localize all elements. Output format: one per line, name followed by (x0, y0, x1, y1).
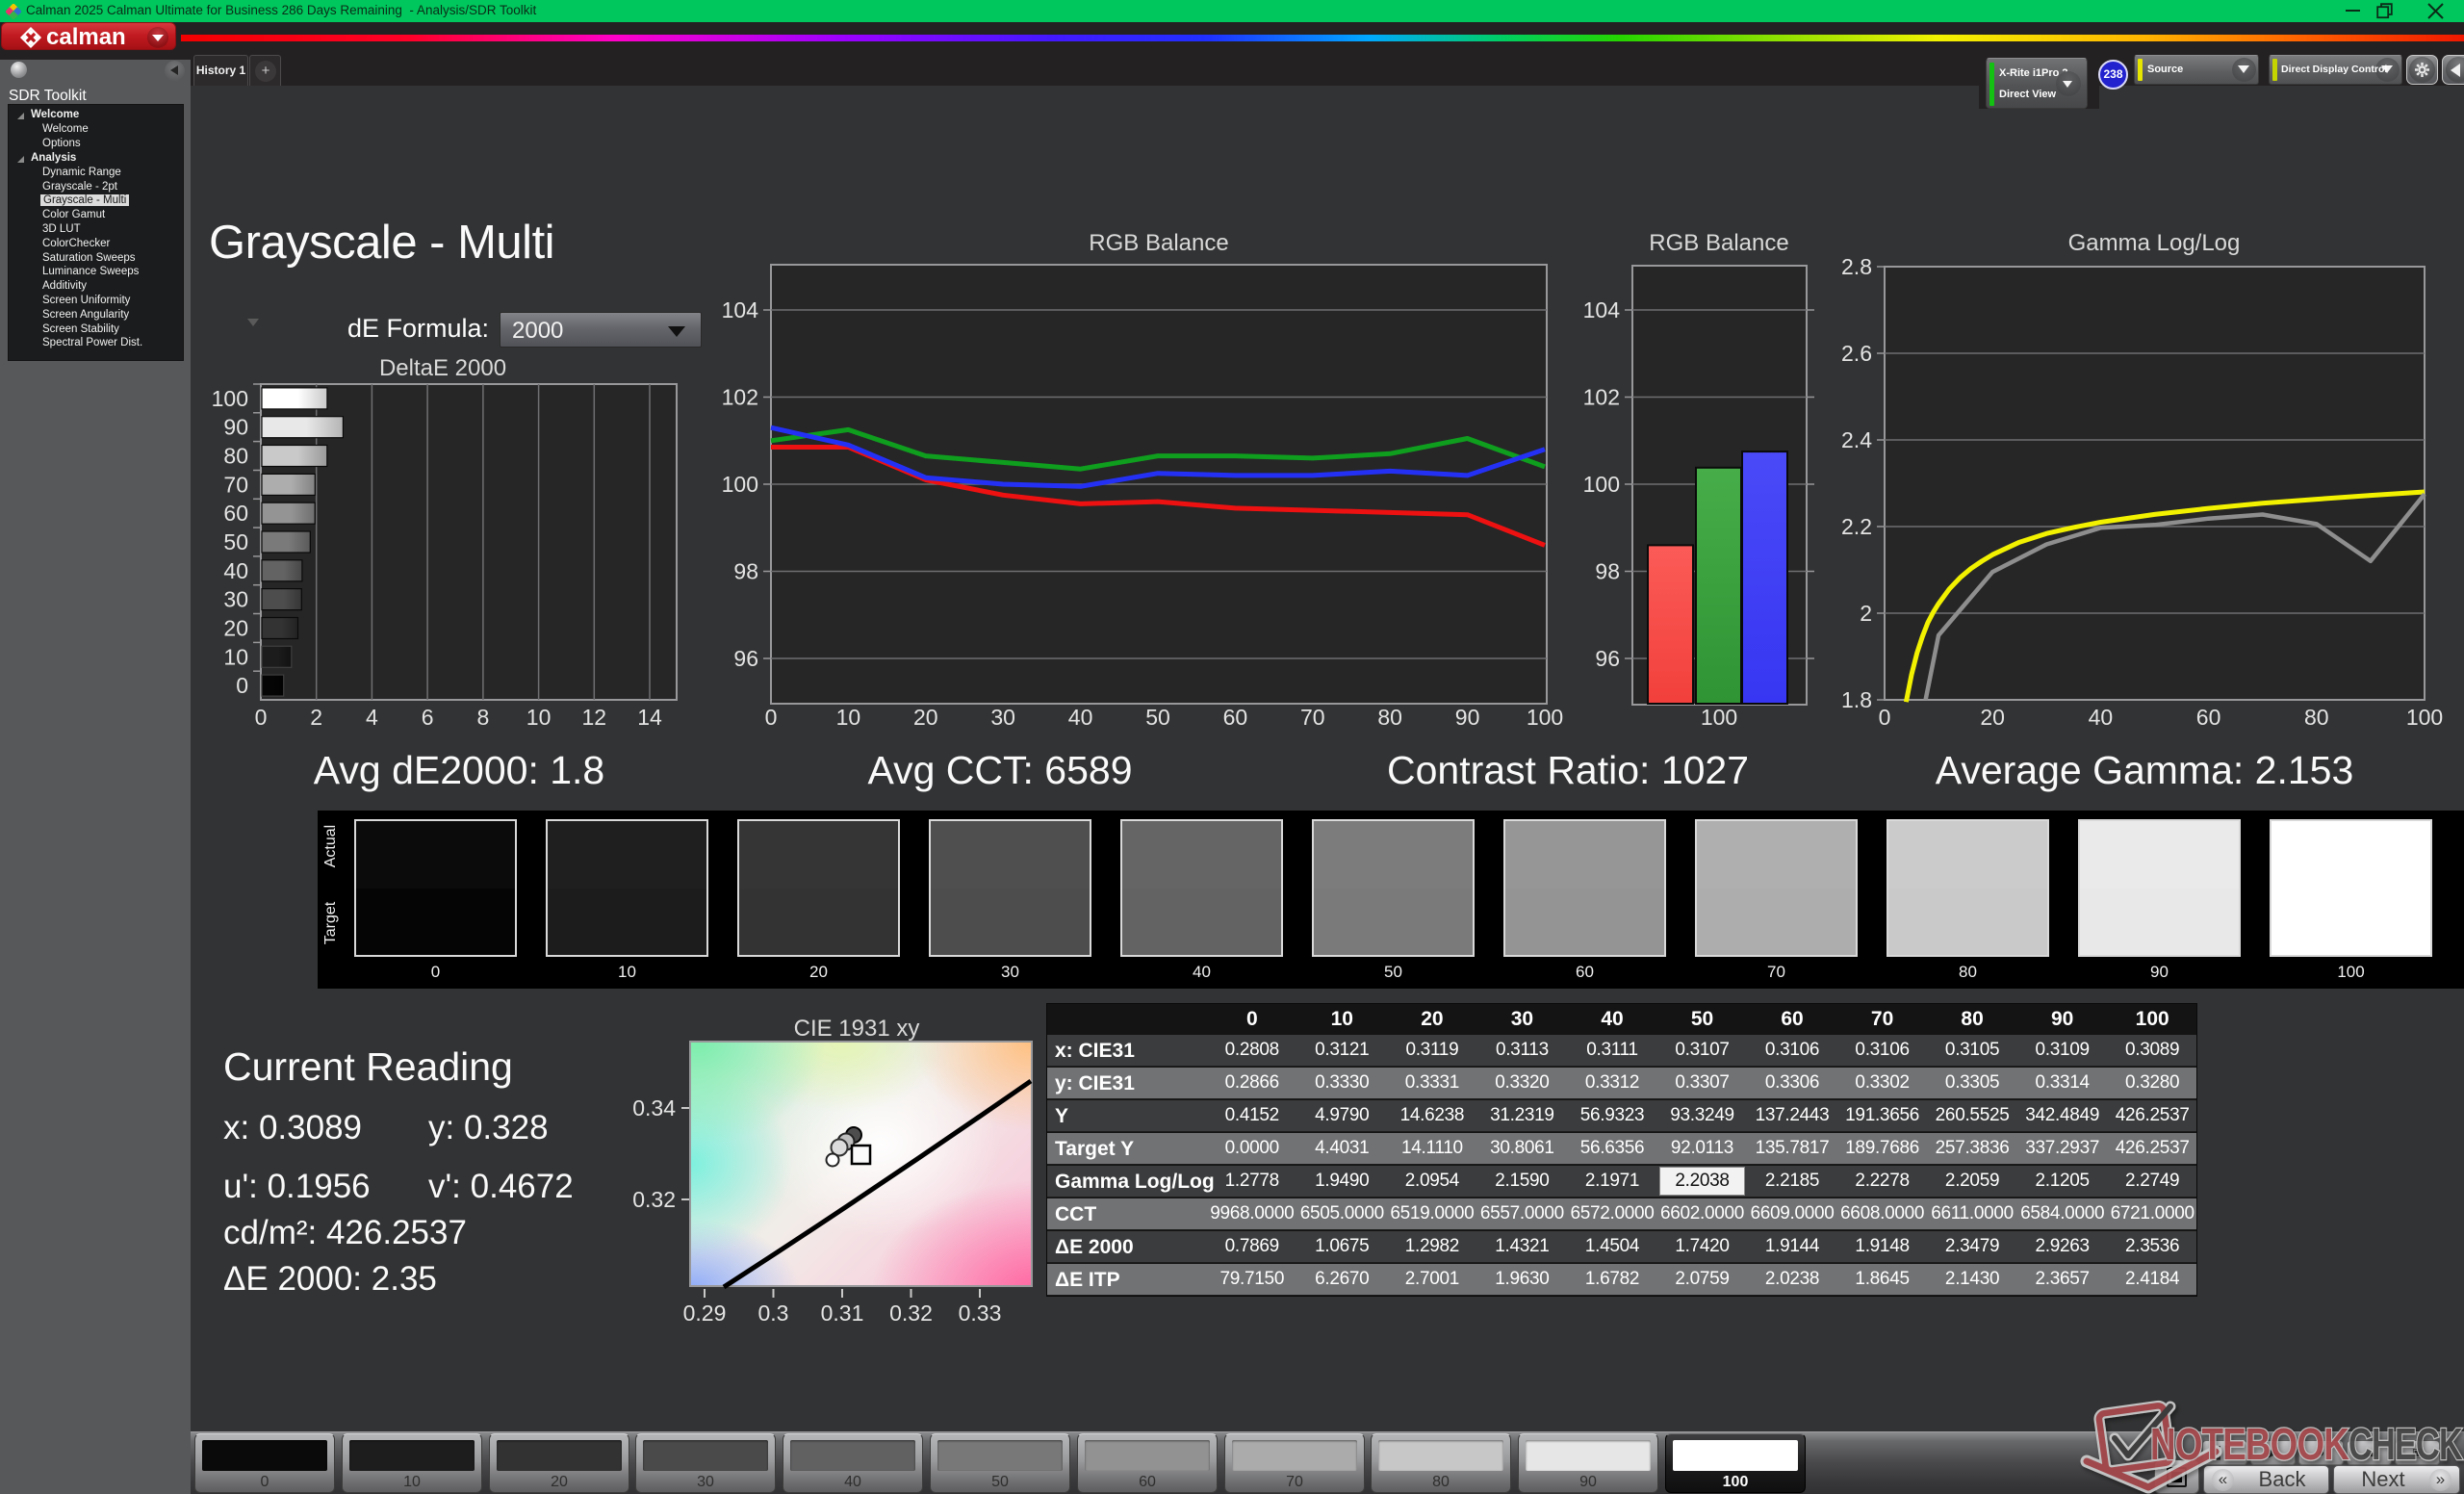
svg-text:6: 6 (422, 705, 434, 730)
svg-text:20: 20 (913, 705, 938, 730)
svg-text:80: 80 (2304, 705, 2329, 730)
svg-text:2.4: 2.4 (1841, 427, 1872, 452)
svg-text:2.2: 2.2 (1841, 514, 1872, 539)
svg-text:70: 70 (1300, 705, 1325, 730)
svg-text:2.8: 2.8 (1841, 254, 1872, 279)
svg-text:RGB Balance: RGB Balance (1089, 230, 1228, 256)
svg-text:80: 80 (1377, 705, 1402, 730)
svg-text:2: 2 (310, 705, 322, 730)
svg-text:104: 104 (722, 297, 759, 322)
svg-text:60: 60 (1223, 705, 1248, 730)
svg-text:40: 40 (223, 558, 248, 583)
svg-text:100: 100 (212, 386, 248, 411)
svg-text:96: 96 (1595, 646, 1620, 671)
svg-text:CHECK: CHECK (2348, 1419, 2463, 1469)
svg-text:30: 30 (990, 705, 1015, 730)
svg-text:RGB Balance: RGB Balance (1649, 230, 1788, 256)
svg-text:CIE 1931 xy: CIE 1931 xy (794, 1016, 920, 1042)
svg-text:102: 102 (1583, 385, 1620, 410)
svg-text:98: 98 (733, 559, 758, 584)
svg-text:50: 50 (1145, 705, 1170, 730)
svg-text:98: 98 (1595, 559, 1620, 584)
svg-text:80: 80 (223, 444, 248, 469)
svg-text:90: 90 (223, 415, 248, 440)
svg-text:2: 2 (1860, 601, 1872, 626)
svg-text:10: 10 (836, 705, 861, 730)
svg-text:30: 30 (223, 587, 248, 612)
svg-text:96: 96 (733, 646, 758, 671)
svg-text:0.34: 0.34 (632, 1095, 676, 1120)
svg-text:4: 4 (366, 705, 378, 730)
svg-text:20: 20 (1980, 705, 2005, 730)
svg-text:100: 100 (722, 472, 758, 497)
svg-text:10: 10 (526, 705, 552, 730)
svg-text:100: 100 (1701, 705, 1737, 730)
svg-text:104: 104 (1583, 297, 1621, 322)
svg-text:100: 100 (1527, 705, 1563, 730)
svg-text:0: 0 (765, 705, 778, 730)
svg-text:100: 100 (2406, 705, 2443, 730)
svg-text:70: 70 (223, 472, 248, 497)
svg-text:60: 60 (223, 501, 248, 526)
svg-text:20: 20 (223, 616, 248, 641)
svg-text:DeltaE 2000: DeltaE 2000 (379, 355, 506, 381)
svg-text:90: 90 (1455, 705, 1480, 730)
svg-text:0: 0 (1879, 705, 1891, 730)
svg-text:0.32: 0.32 (889, 1301, 933, 1326)
svg-text:0.32: 0.32 (632, 1187, 676, 1212)
svg-text:40: 40 (1068, 705, 1093, 730)
svg-text:2.6: 2.6 (1841, 341, 1872, 366)
svg-text:12: 12 (582, 705, 607, 730)
svg-text:10: 10 (223, 644, 248, 669)
svg-text:60: 60 (2196, 705, 2221, 730)
svg-text:102: 102 (722, 385, 758, 410)
svg-text:1.8: 1.8 (1841, 687, 1872, 712)
svg-text:0.29: 0.29 (683, 1301, 727, 1326)
svg-text:8: 8 (477, 705, 490, 730)
svg-text:14: 14 (637, 705, 662, 730)
svg-text:Gamma Log/Log: Gamma Log/Log (2068, 230, 2241, 256)
svg-text:50: 50 (223, 529, 248, 554)
svg-text:100: 100 (1583, 472, 1620, 497)
svg-text:0.33: 0.33 (959, 1301, 1002, 1326)
svg-text:0.31: 0.31 (821, 1301, 864, 1326)
svg-text:0.3: 0.3 (758, 1301, 789, 1326)
svg-text:0: 0 (236, 673, 248, 698)
svg-text:NOTEBOOK: NOTEBOOK (2150, 1419, 2349, 1469)
svg-text:40: 40 (2089, 705, 2114, 730)
svg-text:0: 0 (255, 705, 268, 730)
